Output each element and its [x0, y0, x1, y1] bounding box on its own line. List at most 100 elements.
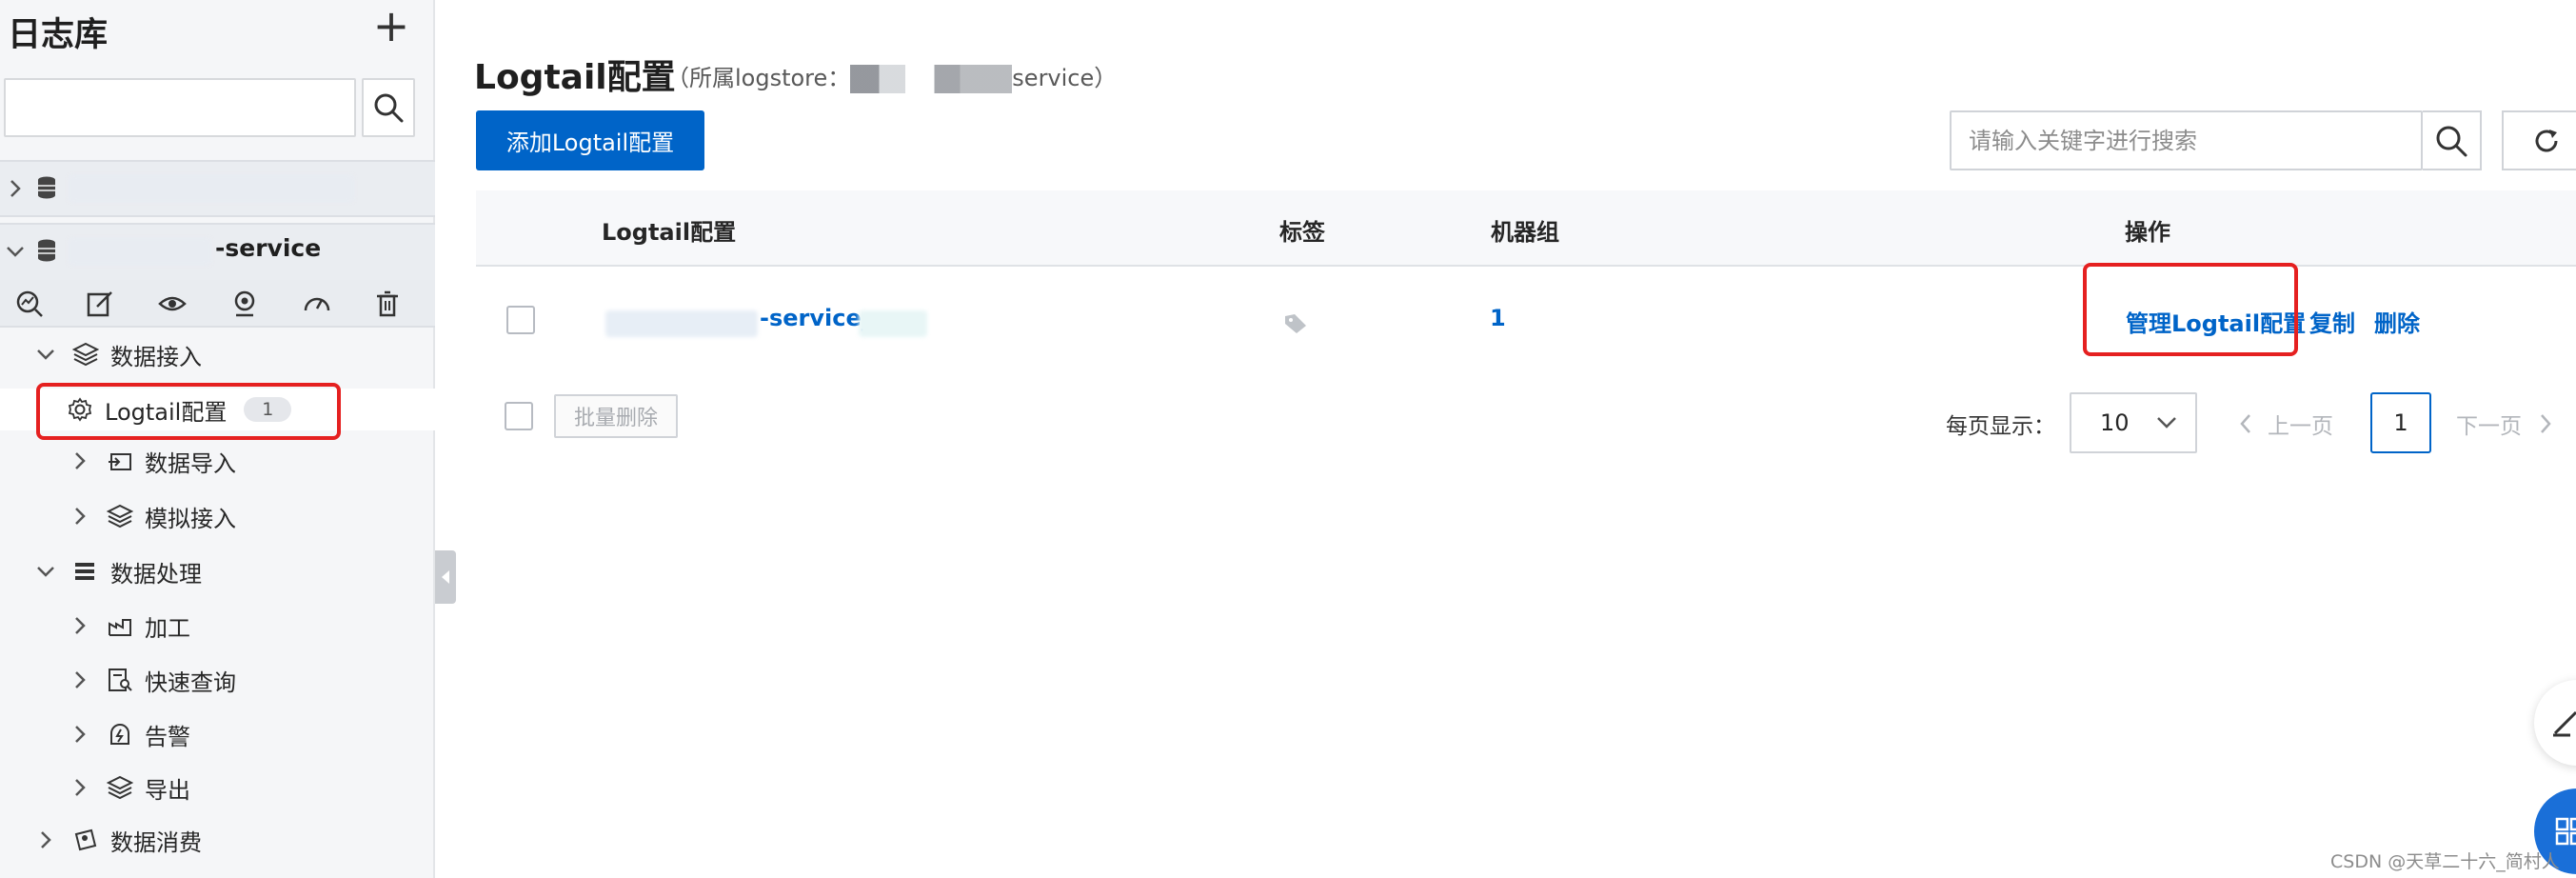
chevron-right-icon: [75, 671, 86, 688]
sidebar-title: 日志库: [8, 16, 109, 54]
factory-icon: [109, 619, 131, 636]
batch-delete-button[interactable]: 批量删除: [554, 394, 678, 438]
chevron-right-icon: [75, 617, 86, 634]
sidebar-collapse-handle[interactable]: [435, 550, 456, 604]
search-icon: [2436, 126, 2467, 156]
watermark: CSDN @天草二十六_简村人: [2330, 851, 2560, 872]
page-size-select[interactable]: 10: [2070, 392, 2197, 453]
redacted-config-name: [605, 310, 758, 337]
chevron-right-icon: [75, 726, 86, 743]
delete-link[interactable]: 删除: [2374, 305, 2420, 338]
query-analysis-icon[interactable]: [15, 289, 44, 318]
edit-icon[interactable]: [86, 289, 114, 318]
database-icon: [38, 176, 55, 199]
layers-icon: [107, 504, 133, 529]
floating-edit-button[interactable]: [2534, 680, 2576, 766]
tree-label: Logtail配置: [105, 398, 228, 426]
refresh-icon: [2535, 129, 2558, 151]
tree-mock-ingest[interactable]: 模拟接入: [70, 497, 236, 535]
database-icon: [38, 239, 55, 262]
sidebar: 日志库 + -service 数据接入 Logtail配置 1 数据导入 模拟接…: [0, 0, 435, 878]
layers-icon: [107, 775, 133, 800]
row-checkbox[interactable]: [506, 306, 535, 334]
gear-icon: [68, 397, 92, 422]
consume-icon: [74, 828, 97, 851]
column-header-name: Logtail配置: [602, 219, 737, 246]
tree-transform[interactable]: 加工: [70, 607, 190, 645]
logstore-item-collapsed[interactable]: [0, 160, 435, 217]
tree-data-ingest[interactable]: 数据接入: [34, 335, 202, 373]
logstore-search-input[interactable]: [6, 80, 354, 135]
page-title: Logtail配置: [474, 58, 676, 97]
import-icon: [109, 453, 131, 470]
subtitle-prefix: （所属logstore：: [666, 65, 851, 91]
tree-label: 数据处理: [110, 560, 202, 588]
tree-data-consume[interactable]: 数据消费: [36, 821, 202, 859]
tag-icon[interactable]: [1283, 312, 1308, 335]
column-header-actions: 操作: [2125, 219, 2170, 246]
chevron-right-icon: [75, 452, 86, 469]
redacted-logstore-name: [69, 175, 354, 202]
tree-label: 数据接入: [110, 343, 202, 370]
machine-group-count-link[interactable]: 1: [1490, 305, 1506, 331]
logstore-search-field[interactable]: [4, 78, 356, 137]
logstore-toolbar: [0, 280, 435, 328]
page-number-button[interactable]: 1: [2370, 392, 2431, 453]
prev-page-label: 上一页: [2268, 414, 2333, 439]
list-icon: [75, 563, 94, 580]
layers-icon: [72, 342, 99, 367]
select-all-checkbox[interactable]: [505, 402, 533, 430]
subtitle-suffix: service）: [1012, 65, 1118, 91]
tree-label: 模拟接入: [145, 505, 236, 532]
alarm-icon: [110, 724, 129, 745]
tree-quick-query[interactable]: 快速查询: [70, 661, 236, 699]
trash-icon[interactable]: [373, 289, 402, 318]
chevron-right-icon: [75, 779, 86, 796]
eye-icon[interactable]: [158, 289, 187, 318]
config-search-field[interactable]: [1950, 110, 2423, 170]
chevron-down-icon: [37, 567, 54, 577]
add-logtail-config-button[interactable]: 添加Logtail配置: [476, 110, 704, 170]
column-header-machine-group: 机器组: [1491, 219, 1559, 246]
selected-logstore-name: -service: [215, 234, 322, 262]
next-page-label: 下一页: [2456, 414, 2522, 439]
tree-label: 告警: [145, 723, 190, 750]
search-icon: [374, 93, 404, 123]
page-size-value: 10: [2100, 409, 2130, 436]
logstore-search-button[interactable]: [362, 78, 415, 137]
chevron-down-icon: [37, 349, 54, 360]
chevron-down-icon: [2157, 417, 2176, 429]
refresh-button[interactable]: [2502, 110, 2576, 170]
location-icon[interactable]: [230, 289, 259, 318]
config-search-input[interactable]: [1952, 112, 2421, 169]
prev-page-button[interactable]: 上一页: [2237, 408, 2333, 440]
dashboard-icon[interactable]: [303, 289, 331, 318]
tree-alert[interactable]: 告警: [70, 715, 190, 753]
tree-data-import[interactable]: 数据导入: [70, 442, 236, 480]
copy-link[interactable]: 复制: [2309, 305, 2355, 338]
tree-export[interactable]: 导出: [70, 768, 190, 807]
pencil-icon: [2553, 710, 2576, 737]
chevron-right-icon: [10, 180, 21, 197]
page-subtitle: （所属logstore： service）: [666, 59, 1117, 93]
add-logstore-button[interactable]: +: [369, 4, 413, 50]
redacted-logstore: [850, 65, 1013, 93]
config-search-button[interactable]: [2423, 110, 2482, 170]
logtail-count-badge: 1: [244, 397, 292, 422]
chevron-right-icon: [2541, 414, 2551, 433]
chevron-right-icon: [41, 831, 51, 848]
tree-label: 加工: [145, 614, 190, 642]
document-search-icon: [109, 668, 132, 691]
tree-logtail-config[interactable]: Logtail配置 1: [67, 390, 292, 429]
tree-label: 数据导入: [145, 449, 236, 477]
redacted-config-name-tail: [859, 310, 927, 337]
tree-data-process[interactable]: 数据处理: [34, 552, 202, 590]
config-name-link[interactable]: -service_: [760, 305, 873, 331]
per-page-label: 每页显示：: [1946, 414, 2055, 439]
next-page-button[interactable]: 下一页: [2456, 408, 2554, 440]
chevron-down-icon: [7, 247, 24, 257]
grid-icon: [2555, 817, 2576, 846]
tree-label: 数据消费: [110, 828, 202, 856]
chevron-right-icon: [75, 508, 86, 525]
manage-logtail-config-link[interactable]: 管理Logtail配置: [2126, 305, 2306, 338]
